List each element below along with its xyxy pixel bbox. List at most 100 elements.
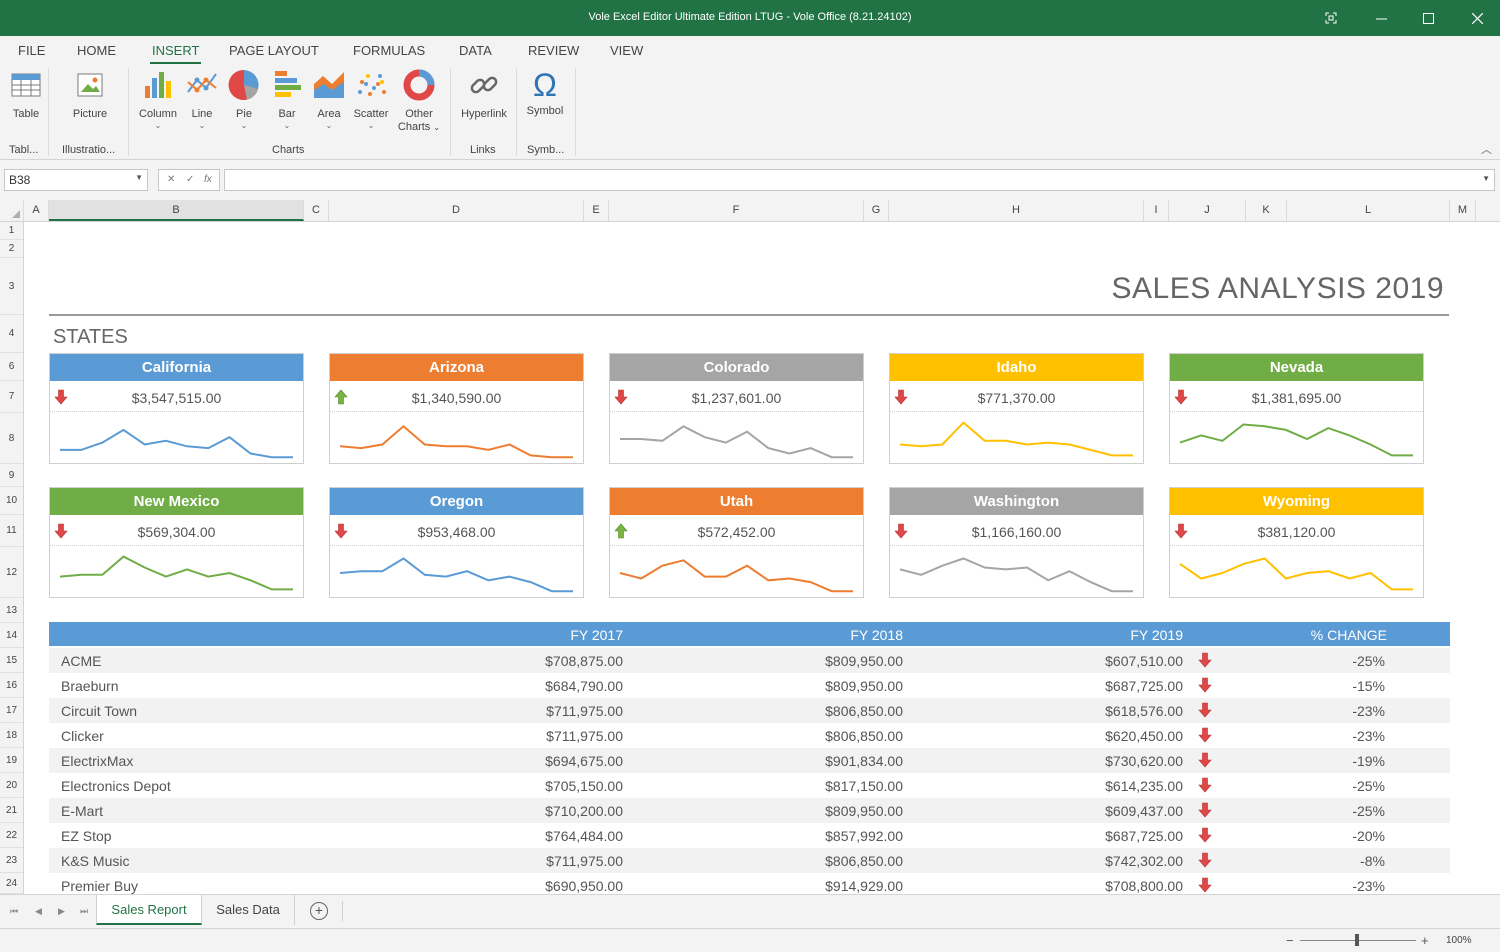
symbol-button[interactable]: Ω Symbol bbox=[524, 68, 566, 118]
row-header[interactable]: 17 bbox=[0, 698, 23, 723]
scatter-chart-button[interactable]: Scatter ⌄ bbox=[351, 68, 391, 130]
table-row[interactable]: Braeburn $684,790.00 $809,950.00 $687,725.0… bbox=[49, 673, 1450, 698]
row-header[interactable]: 23 bbox=[0, 848, 23, 873]
table-row[interactable]: EZ Stop $764,484.00 $857,992.00 $687,725.00… bbox=[49, 823, 1450, 848]
state-card-utah[interactable]: Utah $572,452.00 bbox=[609, 487, 864, 598]
column-header-k[interactable]: K bbox=[1246, 200, 1287, 221]
chevron-down-icon[interactable]: ▼ bbox=[1482, 174, 1490, 183]
bar-chart-button[interactable]: Bar ⌄ bbox=[269, 68, 305, 130]
row-header[interactable]: 14 bbox=[0, 623, 23, 648]
other-charts-button[interactable]: Other Charts ⌄ bbox=[396, 68, 442, 134]
check-icon[interactable]: ✓ bbox=[186, 174, 194, 185]
state-card-nevada[interactable]: Nevada $1,381,695.00 bbox=[1169, 353, 1424, 464]
column-header-h[interactable]: H bbox=[889, 200, 1144, 221]
pie-chart-button[interactable]: Pie ⌄ bbox=[226, 68, 262, 130]
table-row[interactable]: K&S Music $711,975.00 $806,850.00 $742,302.… bbox=[49, 848, 1450, 873]
row-header[interactable]: 2 bbox=[0, 240, 23, 258]
fullscreen-button[interactable] bbox=[1308, 0, 1354, 36]
column-header-j[interactable]: J bbox=[1169, 200, 1246, 221]
first-sheet-icon[interactable]: ⏮ bbox=[10, 906, 18, 917]
column-header-e[interactable]: E bbox=[584, 200, 609, 221]
state-card-colorado[interactable]: Colorado $1,237,601.00 bbox=[609, 353, 864, 464]
row-header[interactable]: 6 bbox=[0, 353, 23, 381]
line-chart-button[interactable]: Line ⌄ bbox=[184, 68, 220, 130]
collapse-ribbon-icon[interactable]: ︿ bbox=[1481, 141, 1492, 157]
row-header[interactable]: 10 bbox=[0, 487, 23, 515]
column-header-l[interactable]: L bbox=[1287, 200, 1450, 221]
row-header[interactable]: 9 bbox=[0, 464, 23, 487]
row-header[interactable]: 8 bbox=[0, 413, 23, 464]
state-card-wyoming[interactable]: Wyoming $381,120.00 bbox=[1169, 487, 1424, 598]
tab-view[interactable]: VIEW bbox=[610, 43, 643, 58]
chevron-down-icon[interactable]: ▼ bbox=[135, 173, 143, 182]
column-header-m[interactable]: M bbox=[1450, 200, 1476, 221]
row-header[interactable]: 11 bbox=[0, 515, 23, 547]
column-header-g[interactable]: G bbox=[864, 200, 889, 221]
zoom-slider-thumb[interactable] bbox=[1355, 934, 1359, 946]
row-header[interactable]: 18 bbox=[0, 723, 23, 748]
row-header[interactable]: 20 bbox=[0, 773, 23, 798]
tab-review[interactable]: REVIEW bbox=[528, 43, 579, 58]
tab-file[interactable]: FILE bbox=[18, 43, 45, 58]
select-all-corner[interactable] bbox=[0, 200, 24, 221]
sheet-tab-sales-report[interactable]: Sales Report bbox=[96, 895, 202, 925]
function-icon[interactable]: fx bbox=[204, 174, 212, 185]
formula-input[interactable]: ▼ bbox=[224, 169, 1495, 191]
sheet-tab-sales-data[interactable]: Sales Data bbox=[202, 895, 295, 925]
row-header[interactable]: 3 bbox=[0, 258, 23, 315]
row-header[interactable]: 24 bbox=[0, 873, 23, 894]
tab-page-layout[interactable]: PAGE LAYOUT bbox=[229, 43, 319, 58]
zoom-in-button[interactable]: + bbox=[1421, 933, 1429, 948]
table-row[interactable]: Circuit Town $711,975.00 $806,850.00 $618,5… bbox=[49, 698, 1450, 723]
row-header[interactable]: 13 bbox=[0, 598, 23, 623]
table-row[interactable]: Premier Buy $690,950.00 $914,929.00 $708,80… bbox=[49, 873, 1450, 894]
table-row[interactable]: ACME $708,875.00 $809,950.00 $607,510.00 -25… bbox=[49, 648, 1450, 673]
column-header-f[interactable]: F bbox=[609, 200, 864, 221]
zoom-level[interactable]: 100% bbox=[1446, 935, 1472, 946]
column-header-b[interactable]: B bbox=[49, 200, 304, 221]
column-header-i[interactable]: I bbox=[1144, 200, 1169, 221]
maximize-button[interactable] bbox=[1405, 0, 1451, 36]
prev-sheet-icon[interactable]: ◀ bbox=[35, 906, 42, 917]
minimize-button[interactable] bbox=[1358, 0, 1404, 36]
tab-data[interactable]: DATA bbox=[459, 43, 492, 58]
state-card-oregon[interactable]: Oregon $953,468.00 bbox=[329, 487, 584, 598]
state-card-idaho[interactable]: Idaho $771,370.00 bbox=[889, 353, 1144, 464]
table-row[interactable]: Clicker $711,975.00 $806,850.00 $620,450.00… bbox=[49, 723, 1450, 748]
row-header[interactable]: 22 bbox=[0, 823, 23, 848]
area-chart-button[interactable]: Area ⌄ bbox=[311, 68, 347, 130]
state-card-california[interactable]: California $3,547,515.00 bbox=[49, 353, 304, 464]
column-header-a[interactable]: A bbox=[24, 200, 49, 221]
last-sheet-icon[interactable]: ⏭ bbox=[80, 906, 88, 917]
row-header[interactable]: 19 bbox=[0, 748, 23, 773]
hyperlink-button[interactable]: Hyperlink bbox=[457, 68, 511, 121]
state-card-washington[interactable]: Washington $1,166,160.00 bbox=[889, 487, 1144, 598]
close-button[interactable] bbox=[1454, 0, 1500, 36]
row-header[interactable]: 7 bbox=[0, 381, 23, 413]
state-card-new-mexico[interactable]: New Mexico $569,304.00 bbox=[49, 487, 304, 598]
column-header-c[interactable]: C bbox=[304, 200, 329, 221]
table-row[interactable]: E-Mart $710,200.00 $809,950.00 $609,437.00 -… bbox=[49, 798, 1450, 823]
table-row[interactable]: ElectrixMax $694,675.00 $901,834.00 $730,62… bbox=[49, 748, 1450, 773]
row-header[interactable]: 21 bbox=[0, 798, 23, 823]
name-box[interactable]: B38 ▼ bbox=[4, 169, 148, 191]
add-sheet-button[interactable]: + bbox=[310, 902, 328, 920]
row-header[interactable]: 1 bbox=[0, 222, 23, 240]
column-header-d[interactable]: D bbox=[329, 200, 584, 221]
row-header[interactable]: 16 bbox=[0, 673, 23, 698]
picture-button[interactable]: Picture bbox=[70, 68, 110, 121]
row-header[interactable]: 15 bbox=[0, 648, 23, 673]
tab-home[interactable]: HOME bbox=[77, 43, 116, 58]
tab-insert[interactable]: INSERT bbox=[149, 43, 202, 64]
cancel-icon[interactable]: ✕ bbox=[167, 174, 175, 185]
table-row[interactable]: Electronics Depot $705,150.00 $817,150.00 $… bbox=[49, 773, 1450, 798]
tab-formulas[interactable]: FORMULAS bbox=[353, 43, 425, 58]
table-button[interactable]: Table bbox=[8, 68, 44, 121]
zoom-out-button[interactable]: − bbox=[1286, 933, 1294, 948]
column-chart-button[interactable]: Column ⌄ bbox=[137, 68, 179, 130]
worksheet[interactable]: SALES ANALYSIS 2019 STATES California $3,… bbox=[24, 222, 1500, 894]
row-header[interactable]: 12 bbox=[0, 547, 23, 598]
next-sheet-icon[interactable]: ▶ bbox=[58, 906, 65, 917]
state-card-arizona[interactable]: Arizona $1,340,590.00 bbox=[329, 353, 584, 464]
row-header[interactable]: 4 bbox=[0, 315, 23, 353]
